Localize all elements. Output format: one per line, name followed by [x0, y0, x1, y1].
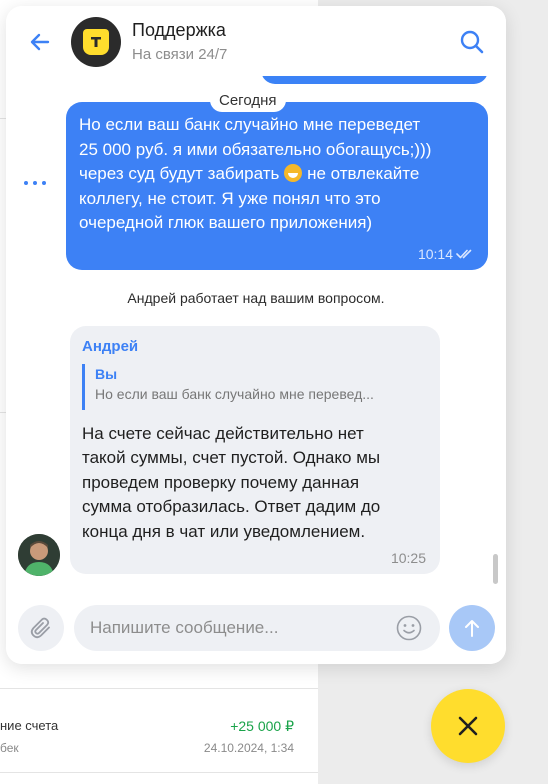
date-separator: Сегодня [210, 88, 286, 112]
grin-emoji-icon [284, 164, 303, 183]
shield-logo-icon [83, 29, 109, 55]
reply-text: Но если ваш банк случайно мне перевед... [95, 386, 374, 402]
send-button[interactable] [449, 605, 495, 651]
transaction-title: ние счета [0, 718, 59, 733]
outgoing-message[interactable]: Но если ваш банк случайно мне переведет … [66, 102, 488, 270]
message-line: 25 000 руб. я ими обязательно обогащусь;… [79, 139, 432, 159]
message-line-part: через суд будут забирать [79, 164, 280, 184]
more-dots-icon [33, 181, 37, 185]
message-line: Но если ваш банк случайно мне переведет [79, 115, 421, 134]
transaction-amount: +25 000 ₽ [230, 718, 294, 734]
transaction-subtitle: бек [0, 741, 19, 755]
message-author: Андрей [82, 338, 139, 355]
reply-author: Вы [95, 366, 118, 382]
message-time-text: 10:14 [417, 246, 453, 262]
close-chat-button[interactable] [431, 689, 505, 763]
chat-title: Поддержка [132, 20, 226, 40]
message-line: сумма отобразилась. Ответ дадим до [82, 497, 381, 517]
avatar-image [18, 534, 60, 576]
date-label: Сегодня [219, 91, 277, 109]
smiley-icon [396, 615, 422, 641]
message-time: 10:25 [390, 550, 426, 566]
message-input-wrapper [74, 605, 440, 651]
arrow-up-icon [465, 620, 479, 637]
more-dots-icon [24, 181, 28, 185]
incoming-message-text: На счете сейчас действительно нет такой … [82, 422, 430, 544]
chat-header: Поддержка На связи 24/7 [6, 6, 506, 76]
message-line: такой суммы, счет пустой. Однако мы [82, 448, 381, 468]
search-icon [460, 30, 484, 54]
more-dots-icon [42, 181, 46, 185]
attach-button[interactable] [18, 605, 64, 651]
agent-avatar [18, 534, 60, 576]
close-icon [458, 716, 478, 736]
support-chat-panel: Сегодня Но если ваш банк случайно мне пе… [6, 6, 506, 664]
double-check-icon [456, 249, 472, 259]
message-line: коллегу, не стоит. Я уже понял что это [79, 188, 381, 208]
message-actions-button[interactable] [24, 176, 46, 190]
message-line-part: не отвлекайте [302, 164, 420, 184]
outgoing-message-text: Но если ваш банк случайно мне переведет … [79, 113, 479, 236]
arrow-left-icon [30, 33, 50, 51]
divider [0, 688, 318, 689]
message-composer [6, 596, 506, 664]
message-line: конца дня в чат или уведомлением. [82, 521, 366, 541]
message-line: проведем проверку почему данная [82, 472, 360, 492]
message-line: через суд будут забирать не отвлекайте [79, 162, 479, 187]
divider [0, 772, 318, 773]
paperclip-icon [30, 617, 50, 639]
search-button[interactable] [458, 28, 486, 56]
message-line: очередной глюк вашего приложения) [79, 213, 373, 233]
reply-quote[interactable]: Вы Но если ваш банк случайно мне перевед… [82, 364, 428, 410]
bank-logo [71, 17, 121, 67]
transaction-date: 24.10.2024, 1:34 [203, 741, 294, 755]
scrollbar-thumb[interactable] [493, 554, 498, 584]
message-list[interactable]: Сегодня Но если ваш банк случайно мне пе… [6, 6, 506, 596]
message-input[interactable] [90, 605, 390, 651]
system-message: Андрей работает над вашим вопросом. [127, 290, 385, 306]
emoji-button[interactable] [396, 615, 422, 641]
message-line: На счете сейчас действительно нет [82, 424, 364, 443]
message-time: 10:14 [418, 246, 474, 262]
incoming-message[interactable]: Андрей Вы Но если ваш банк случайно мне … [70, 326, 440, 574]
chat-subtitle: На связи 24/7 [132, 46, 228, 63]
back-button[interactable] [26, 28, 54, 56]
